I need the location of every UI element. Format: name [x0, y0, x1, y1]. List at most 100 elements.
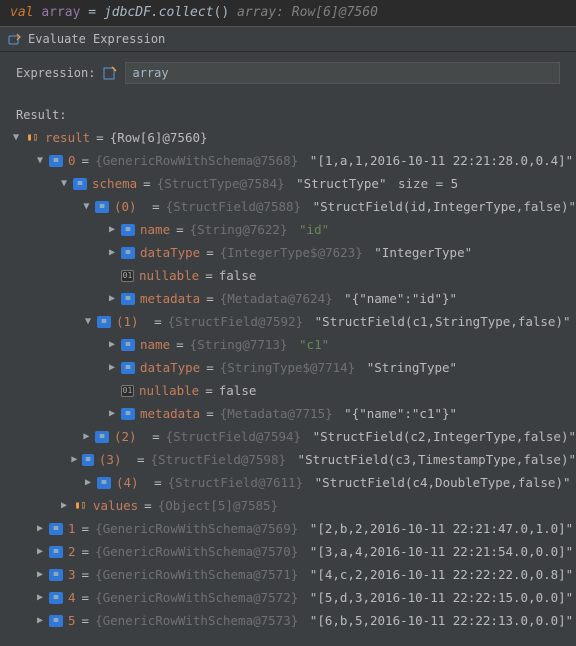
tree-row-field0-name[interactable]: = name = {String@7622} "id": [8, 218, 576, 241]
expand-icon[interactable]: [82, 472, 94, 494]
expand-icon[interactable]: [106, 403, 118, 425]
result-tree[interactable]: ▮▯ result = {Row[6]@7560} = 0 = {Generic…: [0, 126, 576, 640]
expand-icon[interactable]: [34, 150, 46, 172]
node-type: {GenericRowWithSchema@7568}: [95, 150, 298, 172]
tree-row-field1-meta[interactable]: = metadata = {Metadata@7715} "{"name":"c…: [8, 402, 576, 425]
equals: =: [82, 518, 90, 540]
tree-row-item4[interactable]: = 4 = {GenericRowWithSchema@7572} "[5,d,…: [8, 586, 576, 609]
object-icon: =: [121, 408, 135, 420]
expand-icon[interactable]: [58, 173, 70, 195]
equals: =: [82, 564, 90, 586]
node-type: {StructField@7588}: [166, 196, 301, 218]
expand-icon[interactable]: [106, 288, 118, 310]
node-type: {GenericRowWithSchema@7573}: [95, 610, 298, 632]
node-type: {Object[5]@7585}: [158, 495, 278, 517]
object-icon: =: [49, 155, 63, 167]
titlebar: Evaluate Expression: [0, 26, 576, 52]
result-label: Result:: [0, 90, 576, 126]
node-name: metadata: [140, 288, 200, 310]
node-value: false: [219, 265, 257, 287]
array-icon: ▮▯: [25, 130, 40, 145]
tree-row-field4[interactable]: = (4) = {StructField@7611} "StructField(…: [8, 471, 576, 494]
expand-icon[interactable]: [106, 242, 118, 264]
tree-row-item2[interactable]: = 2 = {GenericRowWithSchema@7570} "[3,a,…: [8, 540, 576, 563]
tree-row-field0[interactable]: = (0) = {StructField@7588} "StructField(…: [8, 195, 576, 218]
expand-icon[interactable]: [81, 196, 93, 218]
expand-icon[interactable]: [106, 219, 118, 241]
equals: =: [206, 403, 214, 425]
object-icon: =: [121, 293, 135, 305]
expand-icon[interactable]: [34, 564, 46, 586]
equals: =: [82, 587, 90, 609]
method: collect: [159, 5, 214, 20]
node-string: "{"name":"c1"}": [344, 403, 457, 425]
node-type: {GenericRowWithSchema@7569}: [95, 518, 298, 540]
node-string: "StructField(id,IntegerType,false)": [313, 196, 576, 218]
parens: (): [214, 5, 230, 20]
tree-row-item1[interactable]: = 1 = {GenericRowWithSchema@7569} "[2,b,…: [8, 517, 576, 540]
tree-row-item0[interactable]: = 0 = {GenericRowWithSchema@7568} "[1,a,…: [8, 149, 576, 172]
expand-icon[interactable]: [34, 518, 46, 540]
tree-row-field2[interactable]: = (2) = {StructField@7594} "StructField(…: [8, 425, 576, 448]
node-type: {GenericRowWithSchema@7570}: [95, 541, 298, 563]
tree-row-root[interactable]: ▮▯ result = {Row[6]@7560}: [8, 126, 576, 149]
node-type: {IntegerType$@7623}: [220, 242, 363, 264]
array-icon: ▮▯: [73, 498, 88, 513]
titlebar-text: Evaluate Expression: [28, 32, 165, 46]
tree-row-field1-null[interactable]: 01 nullable = false: [8, 379, 576, 402]
expand-icon[interactable]: [34, 610, 46, 632]
equals: =: [205, 265, 213, 287]
node-index: (3): [99, 449, 122, 471]
node-name: metadata: [140, 403, 200, 425]
node-type: {StructField@7594}: [166, 426, 301, 448]
tree-row-item3[interactable]: = 3 = {GenericRowWithSchema@7571} "[4,c,…: [8, 563, 576, 586]
node-value: false: [219, 380, 257, 402]
tree-row-field3[interactable]: = (3) = {StructField@7598} "StructField(…: [8, 448, 576, 471]
equals: =: [96, 127, 104, 149]
tree-row-field0-null[interactable]: 01 nullable = false: [8, 264, 576, 287]
inline-comment: array: Row[6]@7560: [229, 5, 378, 20]
node-name: values: [93, 495, 138, 517]
tree-row-field0-meta[interactable]: = metadata = {Metadata@7624} "{"name":"i…: [8, 287, 576, 310]
expand-icon[interactable]: [81, 426, 93, 448]
object-icon: =: [121, 362, 135, 374]
node-index: (2): [114, 426, 137, 448]
object-icon: =: [97, 316, 111, 328]
expand-icon[interactable]: [58, 495, 70, 517]
node-string: "{"name":"id"}": [344, 288, 457, 310]
tree-row-field1[interactable]: = (1) = {StructField@7592} "StructField(…: [8, 310, 576, 333]
tree-row-schema[interactable]: = schema = {StructType@7584} "StructType…: [8, 172, 576, 195]
expand-icon[interactable]: [106, 334, 118, 356]
node-index: 4: [68, 587, 76, 609]
node-string: "StructType": [296, 173, 386, 195]
object-icon: =: [121, 224, 135, 236]
node-string: "StructField(c2,IntegerType,false)": [313, 426, 576, 448]
node-string: "id": [299, 219, 329, 241]
tree-row-values[interactable]: ▮▯ values = {Object[5]@7585}: [8, 494, 576, 517]
tree-row-item5[interactable]: = 5 = {GenericRowWithSchema@7573} "[6,b,…: [8, 609, 576, 632]
object-icon: =: [49, 569, 63, 581]
tree-row-field0-dt[interactable]: = dataType = {IntegerType$@7623} "Intege…: [8, 241, 576, 264]
node-string: "[2,b,2,2016-10-11 22:21:47.0,1.0]": [310, 518, 573, 540]
node-index: (0): [114, 196, 137, 218]
expand-icon[interactable]: [82, 311, 94, 333]
tree-row-field1-dt[interactable]: = dataType = {StringType$@7714} "StringT…: [8, 356, 576, 379]
equals: =: [82, 541, 90, 563]
node-name: name: [140, 334, 170, 356]
node-string: "[5,d,3,2016-10-11 22:22:15.0,0.0]": [310, 587, 573, 609]
expand-icon[interactable]: [106, 357, 118, 379]
node-name: dataType: [140, 242, 200, 264]
expand-icon[interactable]: [69, 449, 79, 471]
node-type: {StructType@7584}: [157, 173, 285, 195]
node-type: {StructField@7592}: [168, 311, 303, 333]
variable: array: [41, 5, 80, 20]
expand-icon[interactable]: [34, 541, 46, 563]
tree-row-field1-name[interactable]: = name = {String@7713} "c1": [8, 333, 576, 356]
object-icon: =: [49, 546, 63, 558]
expression-input[interactable]: [125, 62, 560, 84]
expand-icon[interactable]: [10, 127, 22, 149]
node-string: "StructField(c1,StringType,false)": [315, 311, 571, 333]
expand-icon[interactable]: [34, 587, 46, 609]
node-string: "[6,b,5,2016-10-11 22:22:13.0,0.0]": [310, 610, 573, 632]
keyword: val: [10, 5, 33, 20]
